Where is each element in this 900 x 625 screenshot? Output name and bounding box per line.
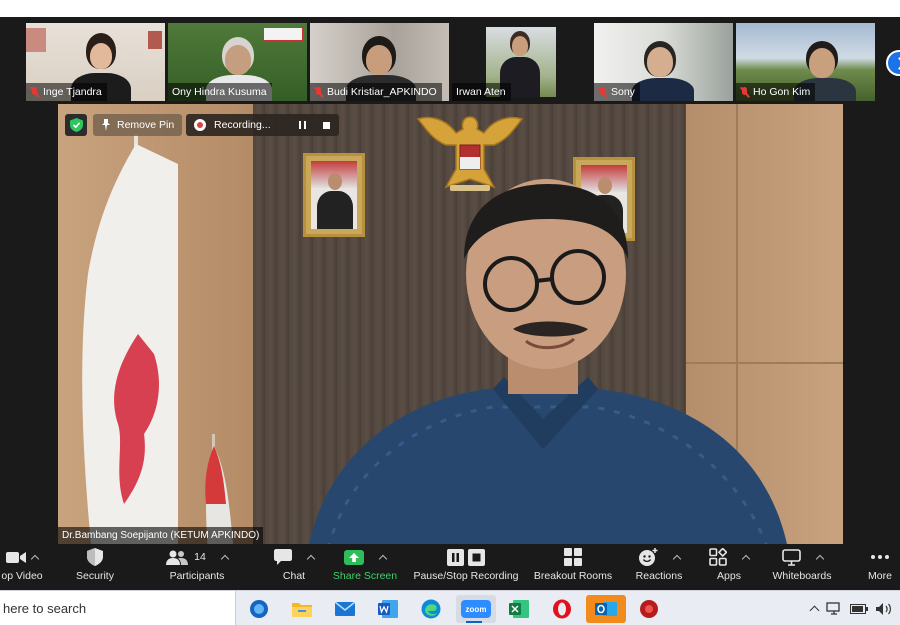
stop-video-button[interactable]: op Video [0,544,50,590]
chevron-up-icon[interactable] [220,554,230,563]
participant-tile-6[interactable]: Ho Gon Kim [736,23,875,101]
edge-icon [421,599,441,619]
taskbar-app-outlook[interactable] [586,595,626,623]
pause-stop-recording-icon [447,548,485,566]
search-icon [250,600,268,618]
participant-name-tag: Irwan Aten [452,83,511,101]
taskbar-search-input[interactable]: here to search [0,591,236,625]
word-icon [378,600,398,618]
apps-button[interactable]: Apps [704,544,754,590]
participant-name-tag: Budi Kristiar_APKINDO [310,83,442,101]
recording-indicator: Recording... [186,114,339,136]
chat-button[interactable]: Chat [268,544,320,590]
breakout-rooms-button[interactable]: Breakout Rooms [532,544,614,590]
windows-taskbar: here to search zoom [0,590,900,625]
excel-icon [509,600,529,618]
mic-muted-icon [740,86,749,98]
taskbar-app-excel[interactable] [501,595,537,623]
share-screen-icon [344,549,364,565]
chevron-up-icon[interactable] [815,554,824,563]
mic-muted-icon [30,86,39,98]
next-page-arrow-icon[interactable] [886,50,900,76]
shield-icon [87,548,103,566]
chevron-up-icon[interactable] [672,554,681,563]
whiteboard-icon [781,548,801,566]
taskbar-app-opera[interactable] [544,595,580,623]
video-camera-icon [6,551,26,563]
share-screen-button[interactable]: Share Screen [330,544,400,590]
security-button[interactable]: Security [70,544,120,590]
participants-icon [166,550,189,565]
apkindo-flag [82,134,178,544]
pause-stop-recording-button[interactable]: Pause/Stop Recording [412,544,520,590]
mail-icon [335,602,355,616]
volume-icon[interactable] [876,602,892,616]
chevron-up-icon[interactable] [741,554,751,563]
main-speaker-video: Remove Pin Recording... Dr.Bambang Soepi… [58,104,843,544]
mic-muted-icon [598,86,607,98]
chevron-up-icon[interactable] [809,605,820,616]
participant-tile-4[interactable]: Irwan Aten [452,23,591,101]
participant-tile-5[interactable]: Sony [594,23,733,101]
stop-icon [323,121,331,129]
participants-button[interactable]: 14 Participants [152,544,242,590]
game-icon [640,600,658,618]
participant-name-tag: Sony [594,83,640,101]
file-explorer-icon [292,603,312,617]
encryption-shield-icon[interactable] [65,114,87,136]
recording-dot-icon [194,119,206,131]
taskbar-app-game[interactable] [631,595,667,623]
participant-tile-1[interactable]: Inge Tjandra [26,23,165,101]
speaker-name-tag: Dr.Bambang Soepijanto (KETUM APKINDO) [58,527,264,544]
participant-tile-2[interactable]: Ony Hindra Kusuma [168,23,307,101]
chevron-up-icon[interactable] [378,554,388,563]
participants-count: 14 [194,551,206,563]
participant-name-tag: Ony Hindra Kusuma [168,83,272,101]
zoom-meeting-window: Inge Tjandra Ony Hindra Kusuma Budi Kris… [0,17,900,590]
outlook-icon [595,602,617,616]
reactions-icon [638,547,657,566]
pin-icon [102,119,110,131]
mic-muted-icon [314,86,323,98]
breakout-rooms-icon [564,548,582,566]
meeting-toolbar: op Video Security 14 Participants Chat S… [0,544,900,590]
stop-recording-button[interactable] [315,114,339,136]
opera-icon [553,599,571,619]
window-top-edge [0,0,900,17]
taskbar-app-zoom[interactable]: zoom [456,595,496,623]
speaker-person [309,179,787,544]
network-icon[interactable] [826,602,842,615]
taskbar-app-explorer[interactable] [284,595,320,623]
chevron-up-icon[interactable] [306,554,316,563]
taskbar-app-mail[interactable] [327,595,363,623]
zoom-icon: zoom [461,600,491,618]
remove-pin-button[interactable]: Remove Pin [93,114,183,136]
participant-name-tag: Ho Gon Kim [736,83,816,101]
participant-name-tag: Inge Tjandra [26,83,107,101]
apps-icon [709,548,727,566]
chevron-up-icon[interactable] [30,554,40,563]
chat-icon [274,549,292,565]
taskbar-app-search[interactable] [241,595,277,623]
taskbar-app-edge[interactable] [413,595,449,623]
battery-icon[interactable] [850,603,868,614]
pause-icon [299,121,307,129]
pause-recording-button[interactable] [291,114,315,136]
more-button[interactable]: More [860,544,900,590]
whiteboards-button[interactable]: Whiteboards [766,544,838,590]
reactions-button[interactable]: Reactions [628,544,690,590]
more-dots-icon [871,555,889,559]
taskbar-app-word[interactable] [370,595,406,623]
system-tray [809,591,892,625]
participant-tile-3[interactable]: Budi Kristiar_APKINDO [310,23,449,101]
